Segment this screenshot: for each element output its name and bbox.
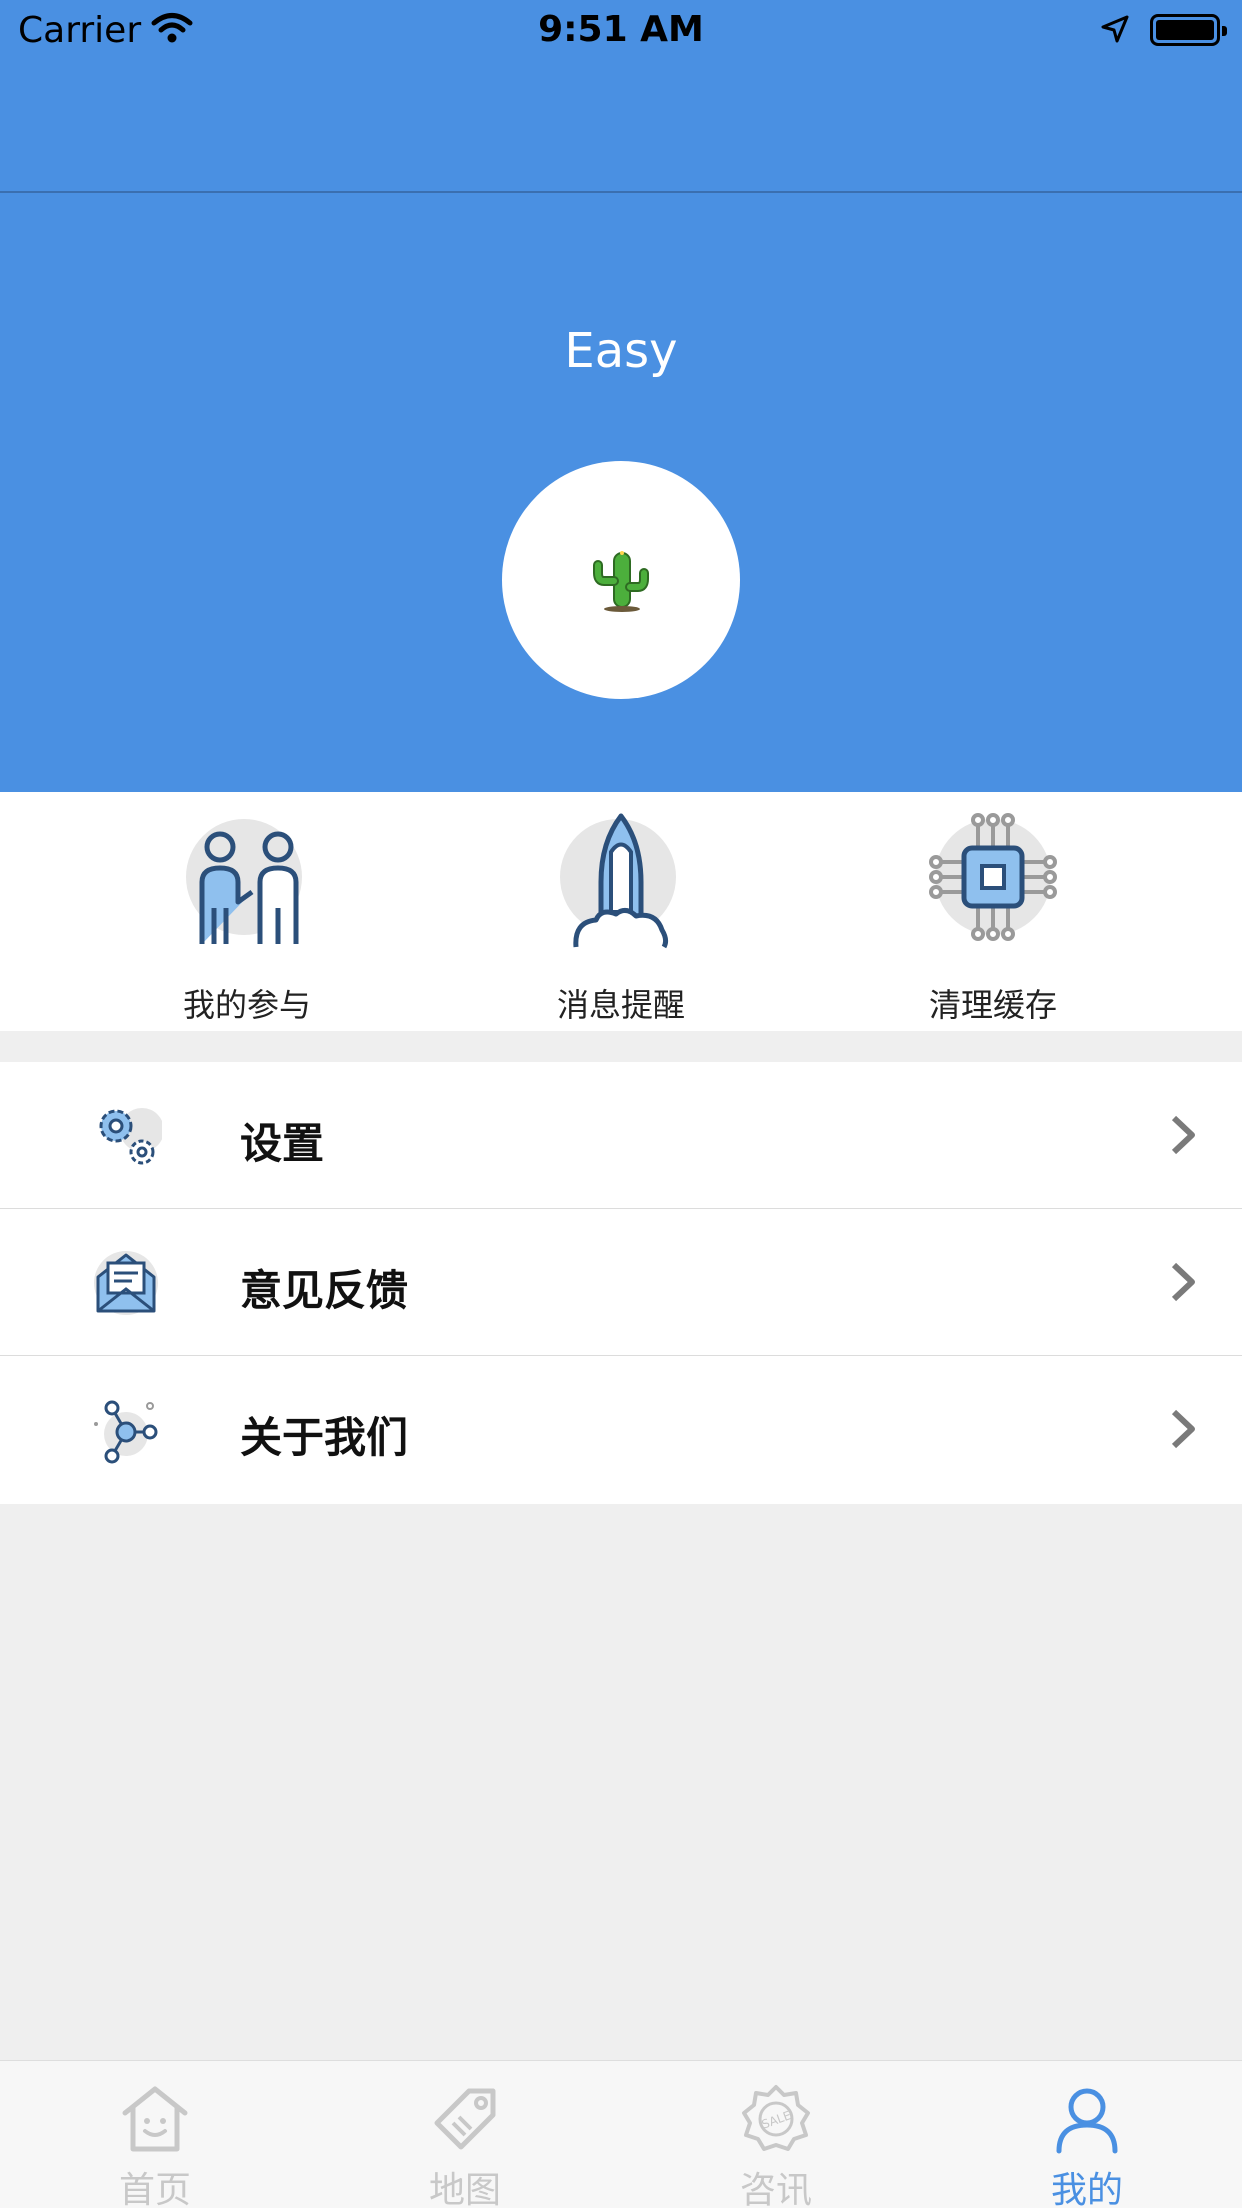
username: Easy	[564, 323, 678, 379]
battery-icon	[1150, 14, 1227, 46]
tab-home[interactable]: 首页	[0, 2061, 310, 2208]
chip-icon	[929, 813, 1057, 941]
rocket-icon	[560, 813, 676, 949]
sale-badge-icon: SALE	[742, 2085, 810, 2151]
quick-actions: 我的参与 消息提醒 清理缓存	[0, 792, 1242, 1031]
tab-bar: 首页 地图 SALE 咨讯 我的	[0, 2060, 1242, 2208]
menu-item-label: 关于我们	[240, 1413, 409, 1462]
location-arrow-icon	[1100, 14, 1130, 48]
menu-item-label: 设置	[240, 1119, 325, 1168]
person-icon	[1056, 2088, 1118, 2154]
cactus-icon	[593, 551, 649, 612]
tab-mine[interactable]: 我的	[932, 2061, 1242, 2208]
clock: 9:51 AM	[538, 9, 704, 50]
chevron-right-icon	[1171, 1409, 1195, 1449]
quick-action-label: 清理缓存	[928, 986, 1057, 1024]
menu-item-feedback[interactable]: 意见反馈	[0, 1209, 1242, 1356]
menu-item-about[interactable]: 关于我们	[0, 1356, 1242, 1504]
tab-label: 首页	[118, 2170, 191, 2208]
profile-screen: Carrier 9:51 AM Easy 我的参与 消息提醒 清理缓存 设置 意…	[0, 0, 1242, 2208]
menu-item-settings[interactable]: 设置	[0, 1062, 1242, 1209]
tab-label: 咨讯	[739, 2170, 812, 2208]
quick-action-notifications[interactable]: 消息提醒	[471, 812, 771, 1024]
avatar[interactable]	[502, 461, 740, 699]
menu-item-label: 意见反馈	[240, 1266, 409, 1315]
gear-icon	[99, 1108, 162, 1165]
network-icon	[94, 1400, 158, 1464]
tab-label: 地图	[428, 2170, 501, 2208]
tab-news[interactable]: SALE 咨讯	[621, 2061, 931, 2208]
quick-action-clear-cache[interactable]: 清理缓存	[843, 812, 1143, 1024]
quick-action-label: 消息提醒	[556, 986, 685, 1024]
tab-map[interactable]: 地图	[310, 2061, 620, 2208]
quick-action-label: 我的参与	[182, 986, 311, 1024]
envelope-icon	[94, 1251, 158, 1315]
quick-action-participation[interactable]: 我的参与	[97, 812, 397, 1024]
top-bar: Carrier 9:51 AM	[0, 0, 1242, 193]
chevron-right-icon	[1171, 1262, 1195, 1302]
tag-icon	[434, 2088, 496, 2150]
status-bar: Carrier 9:51 AM	[0, 0, 1242, 60]
tab-label: 我的	[1050, 2170, 1123, 2208]
profile-header: Easy	[0, 193, 1242, 792]
home-icon	[122, 2086, 188, 2152]
menu-list: 设置 意见反馈 关于我们	[0, 1062, 1242, 1504]
chevron-right-icon	[1171, 1115, 1195, 1155]
people-icon	[186, 819, 302, 944]
